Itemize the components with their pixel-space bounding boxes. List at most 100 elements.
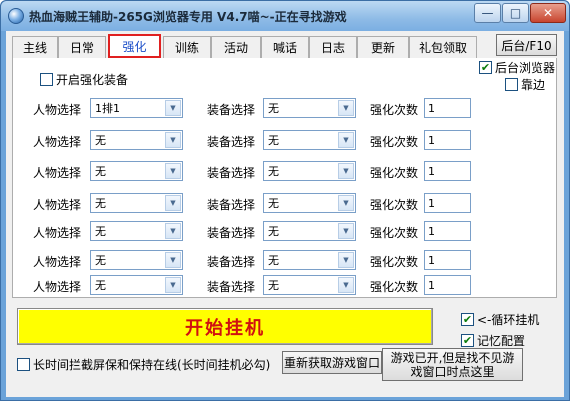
chevron-down-icon[interactable]: ▼ — [338, 252, 354, 268]
character-select-label: 人物选择 — [33, 280, 82, 294]
equipment-select[interactable]: 无 ▼ — [263, 250, 356, 270]
refetch-game-window-button[interactable]: 重新获取游戏窗口 — [282, 351, 382, 374]
equipment-select[interactable]: 无 ▼ — [263, 221, 356, 241]
character-select-label: 人物选择 — [33, 166, 82, 180]
tab-events[interactable]: 活动 — [211, 36, 261, 58]
enhance-count-input[interactable]: 1 — [424, 275, 471, 295]
character-select[interactable]: 无 ▼ — [90, 221, 183, 241]
enhance-count-label: 强化次数 — [370, 280, 419, 294]
character-select[interactable]: 无 ▼ — [90, 161, 183, 181]
background-browser-box[interactable]: ✔ — [479, 61, 492, 74]
enhance-count-label: 强化次数 — [370, 103, 419, 117]
chevron-down-icon[interactable]: ▼ — [165, 223, 181, 239]
character-select-label: 人物选择 — [33, 135, 82, 149]
enable-enhance-label: 开启强化装备 — [56, 73, 129, 87]
equipment-select-label: 装备选择 — [207, 226, 256, 240]
chevron-down-icon[interactable]: ▼ — [165, 277, 181, 293]
chevron-down-icon[interactable]: ▼ — [338, 195, 354, 211]
equipment-select-value: 无 — [268, 165, 279, 178]
equipment-select-label: 装备选择 — [207, 103, 256, 117]
remember-config-box[interactable]: ✔ — [461, 334, 474, 347]
chevron-down-icon[interactable]: ▼ — [165, 195, 181, 211]
character-select-value: 1排1 — [95, 102, 120, 115]
background-browser-checkbox[interactable]: ✔ 后台浏览器 — [479, 59, 555, 76]
remember-config-checkbox[interactable]: ✔ 记忆配置 — [461, 332, 525, 349]
character-select-value: 无 — [95, 165, 106, 178]
equipment-select-value: 无 — [268, 102, 279, 115]
enhance-count-input[interactable]: 1 — [424, 221, 471, 241]
chevron-down-icon[interactable]: ▼ — [338, 223, 354, 239]
character-select-value: 无 — [95, 254, 106, 267]
client-area: 主线 日常 强化 训练 活动 喊话 日志 更新 礼包领取 后台/F10 开启强化… — [6, 31, 564, 397]
enhance-count-input[interactable]: 1 — [424, 130, 471, 150]
equipment-select-label: 装备选择 — [207, 135, 256, 149]
enable-enhance-checkbox[interactable]: 开启强化装备 — [40, 71, 128, 88]
start-hangup-button[interactable]: 开始挂机 — [17, 308, 433, 345]
long-hangup-checkbox[interactable]: 长时间拦截屏保和保持在线(长时间挂机必勾) — [17, 356, 270, 373]
tab-daily[interactable]: 日常 — [58, 36, 106, 58]
remember-config-label: 记忆配置 — [477, 334, 526, 348]
minimize-button[interactable]: — — [474, 3, 501, 23]
equipment-select-value: 无 — [268, 197, 279, 210]
character-select-label: 人物选择 — [33, 226, 82, 240]
equipment-select-label: 装备选择 — [207, 166, 256, 180]
enhance-count-label: 强化次数 — [370, 198, 419, 212]
equipment-select[interactable]: 无 ▼ — [263, 98, 356, 118]
enhance-count-input[interactable]: 1 — [424, 161, 471, 181]
character-select[interactable]: 无 ▼ — [90, 250, 183, 270]
close-button[interactable]: ✕ — [530, 3, 566, 23]
enhance-count-label: 强化次数 — [370, 135, 419, 149]
title-bar[interactable]: 热血海贼王辅助-265G浏览器专用 V4.7喵~-正在寻找游戏 — □ ✕ — [1, 1, 569, 31]
tab-training[interactable]: 训练 — [163, 36, 211, 58]
background-browser-label: 后台浏览器 — [495, 61, 556, 75]
loop-hangup-box[interactable]: ✔ — [461, 313, 474, 326]
loop-hangup-label: <-循环挂机 — [477, 313, 540, 327]
tab-gift-claim[interactable]: 礼包领取 — [409, 36, 477, 58]
enhance-count-label: 强化次数 — [370, 255, 419, 269]
character-select-value: 无 — [95, 197, 106, 210]
enhance-count-input[interactable]: 1 — [424, 193, 471, 213]
long-hangup-label: 长时间拦截屏保和保持在线(长时间挂机必勾) — [33, 358, 271, 372]
equipment-select[interactable]: 无 ▼ — [263, 193, 356, 213]
loop-hangup-checkbox[interactable]: ✔ <-循环挂机 — [461, 311, 539, 328]
enhance-count-label: 强化次数 — [370, 166, 419, 180]
tab-update[interactable]: 更新 — [357, 36, 409, 58]
character-select-label: 人物选择 — [33, 255, 82, 269]
chevron-down-icon[interactable]: ▼ — [338, 100, 354, 116]
dock-side-checkbox[interactable]: 靠边 — [505, 76, 545, 93]
equipment-select-label: 装备选择 — [207, 255, 256, 269]
equipment-select[interactable]: 无 ▼ — [263, 275, 356, 295]
character-select[interactable]: 1排1 ▼ — [90, 98, 183, 118]
chevron-down-icon[interactable]: ▼ — [165, 100, 181, 116]
character-select-value: 无 — [95, 134, 106, 147]
chevron-down-icon[interactable]: ▼ — [165, 163, 181, 179]
tab-main-quest[interactable]: 主线 — [12, 36, 58, 58]
chevron-down-icon[interactable]: ▼ — [338, 277, 354, 293]
cant-find-window-button[interactable]: 游戏已开,但是找不见游戏窗口时点这里 — [382, 348, 523, 381]
chevron-down-icon[interactable]: ▼ — [338, 163, 354, 179]
maximize-button[interactable]: □ — [502, 3, 529, 23]
equipment-select-value: 无 — [268, 254, 279, 267]
enhance-count-input[interactable]: 1 — [424, 98, 471, 118]
tab-shout[interactable]: 喊话 — [261, 36, 309, 58]
character-select-label: 人物选择 — [33, 198, 82, 212]
enable-enhance-box[interactable] — [40, 73, 53, 86]
tab-enhance[interactable]: 强化 — [108, 34, 161, 58]
tab-log[interactable]: 日志 — [309, 36, 357, 58]
background-f10-button[interactable]: 后台/F10 — [496, 34, 557, 56]
long-hangup-box[interactable] — [17, 358, 30, 371]
equipment-select-value: 无 — [268, 279, 279, 292]
character-select[interactable]: 无 ▼ — [90, 130, 183, 150]
dock-side-box[interactable] — [505, 78, 518, 91]
equipment-select[interactable]: 无 ▼ — [263, 161, 356, 181]
equipment-select-label: 装备选择 — [207, 280, 256, 294]
chevron-down-icon[interactable]: ▼ — [165, 132, 181, 148]
enhance-count-input[interactable]: 1 — [424, 250, 471, 270]
chevron-down-icon[interactable]: ▼ — [165, 252, 181, 268]
character-select[interactable]: 无 ▼ — [90, 275, 183, 295]
equipment-select-value: 无 — [268, 225, 279, 238]
chevron-down-icon[interactable]: ▼ — [338, 132, 354, 148]
equipment-select-value: 无 — [268, 134, 279, 147]
equipment-select[interactable]: 无 ▼ — [263, 130, 356, 150]
character-select[interactable]: 无 ▼ — [90, 193, 183, 213]
